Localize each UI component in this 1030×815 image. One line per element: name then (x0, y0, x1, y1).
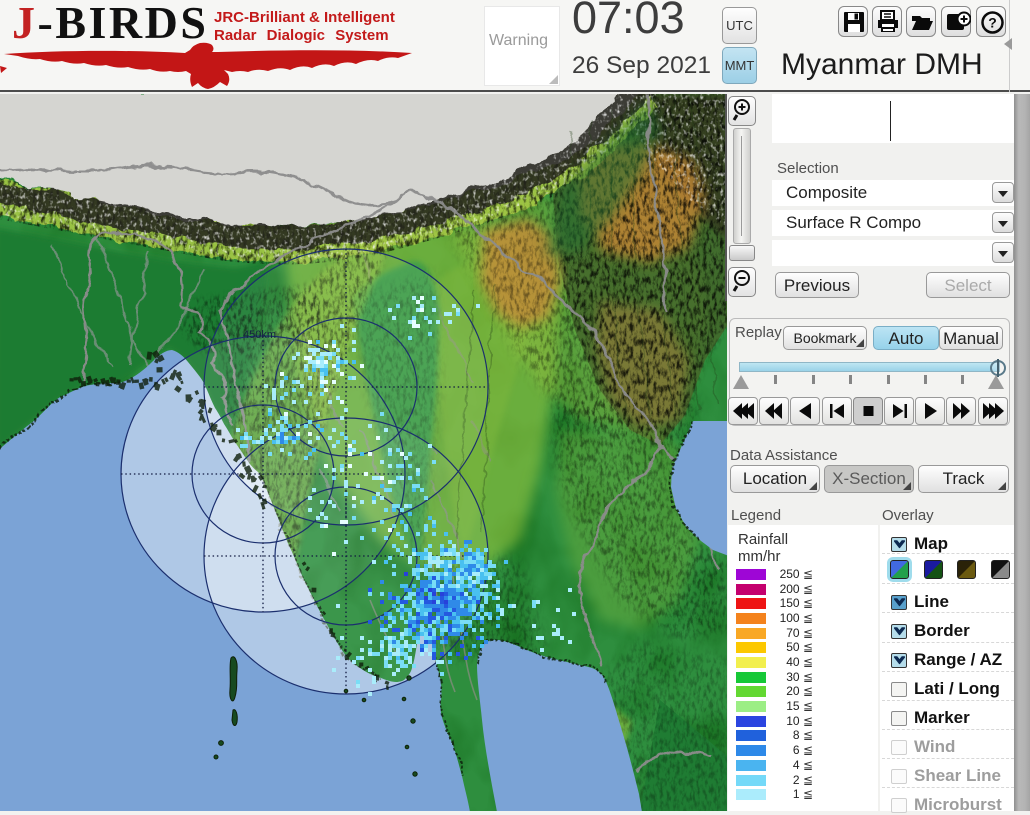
svg-text:450km: 450km (243, 329, 276, 341)
svg-text:?: ? (988, 15, 997, 31)
